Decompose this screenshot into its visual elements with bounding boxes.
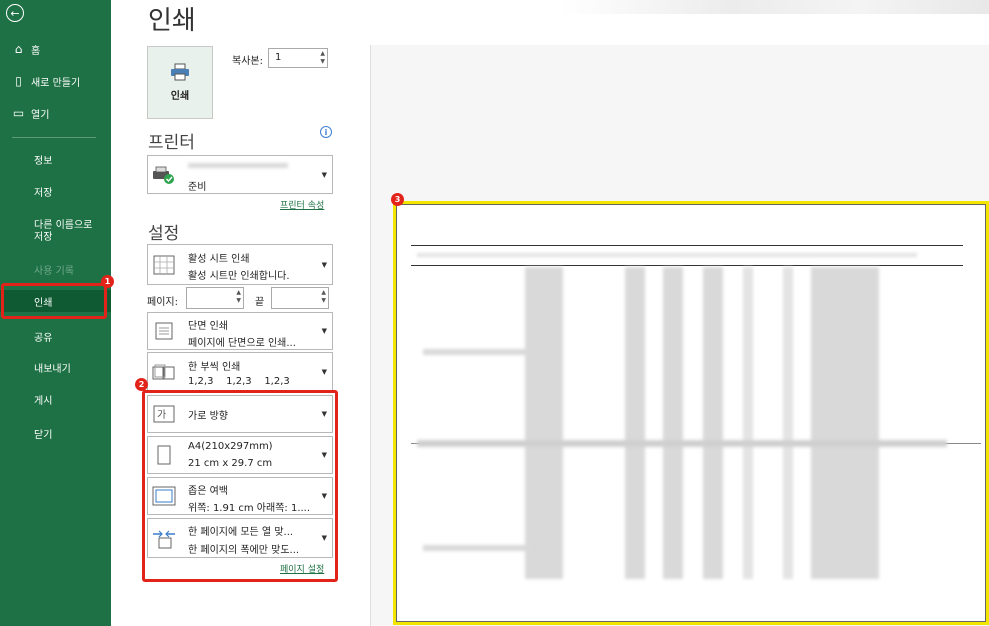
sidebar-item-home[interactable]: ⌂ 홈 xyxy=(0,38,111,60)
setting-line1: 한 부씩 인쇄 xyxy=(188,362,241,373)
sidebar-item-label: 저장 xyxy=(34,187,53,199)
sidebar-item-label: 새로 만들기 xyxy=(31,77,81,89)
print-what-select[interactable]: 활성 시트 인쇄 활성 시트만 인쇄합니다. ▼ xyxy=(147,244,333,285)
setting-line2: 1,2,3 1,2,3 1,2,3 xyxy=(188,376,290,387)
page-to-input[interactable]: ▲ ▼ xyxy=(271,287,329,309)
annotation-badge-2: 2 xyxy=(135,378,148,391)
folder-open-icon: ▭ xyxy=(12,106,25,120)
page-from-input[interactable]: ▲ ▼ xyxy=(186,287,244,309)
panel-divider xyxy=(370,45,371,626)
data-column-redacted xyxy=(703,267,723,579)
header-rule xyxy=(411,245,963,246)
info-icon[interactable]: i xyxy=(320,126,332,138)
printer-heading: 프린터 xyxy=(148,133,195,153)
annotation-highlight-1 xyxy=(1,283,107,319)
sidebar-item-save[interactable]: 저장 xyxy=(0,180,111,202)
chevron-down-icon: ▼ xyxy=(321,327,327,335)
sidebar-item-label: 다른 이름으로 저장 xyxy=(34,220,93,243)
data-column-redacted xyxy=(811,267,879,579)
data-column-redacted xyxy=(525,267,563,579)
back-glyph: ← xyxy=(10,6,20,20)
setting-line2: 활성 시트만 인쇄합니다. xyxy=(188,271,290,282)
back-arrow-icon[interactable]: ← xyxy=(6,4,24,22)
sidebar-item-close[interactable]: 닫기 xyxy=(0,422,111,444)
copies-label: 복사본: xyxy=(232,56,263,67)
sidebar-item-share[interactable]: 공유 xyxy=(0,325,111,347)
chevron-down-icon: ▼ xyxy=(321,170,327,179)
chevron-down-icon: ▼ xyxy=(321,260,327,269)
sidebar-item-save-as[interactable]: 다른 이름으로 저장 xyxy=(0,215,111,249)
printer-ready-icon xyxy=(152,164,176,186)
annotation-badge-1: 1 xyxy=(101,275,114,288)
printer-properties-link[interactable]: 프린터 속성 xyxy=(280,198,324,211)
print-button-label: 인쇄 xyxy=(170,91,190,102)
collate-icon xyxy=(152,361,176,383)
copies-value: 1 xyxy=(275,52,282,63)
print-preview-page xyxy=(393,201,989,625)
single-sided-icon xyxy=(152,320,176,342)
settings-heading: 설정 xyxy=(148,224,180,244)
sidebar-item-history: 사용 기록 xyxy=(0,258,111,280)
new-file-icon: ▯ xyxy=(15,74,22,88)
sidebar-item-label: 사용 기록 xyxy=(34,265,74,277)
printer-status: 준비 xyxy=(188,182,207,193)
print-button[interactable]: 인쇄 xyxy=(147,46,213,119)
sidebar-item-label: 내보내기 xyxy=(34,363,71,375)
printer-select[interactable]: 준비 ▼ xyxy=(147,155,333,194)
collate-select[interactable]: 한 부씩 인쇄 1,2,3 1,2,3 1,2,3 ▼ xyxy=(147,352,333,392)
printer-icon xyxy=(171,63,189,81)
setting-line1: 활성 시트 인쇄 xyxy=(188,254,250,265)
sidebar-item-label: 게시 xyxy=(34,395,53,407)
sheet-icon xyxy=(152,254,176,276)
row-redacted xyxy=(417,440,947,447)
sidebar-item-open[interactable]: ▭ 열기 xyxy=(0,102,111,124)
pages-label: 페이지: xyxy=(147,297,178,308)
sidebar-item-info[interactable]: 정보 xyxy=(0,148,111,170)
sidebar-item-label: 정보 xyxy=(34,155,53,167)
sidebar-item-export[interactable]: 내보내기 xyxy=(0,356,111,378)
annotation-highlight-2 xyxy=(142,390,338,582)
sidebar-item-publish[interactable]: 게시 xyxy=(0,388,111,410)
data-column-redacted xyxy=(743,267,753,579)
sides-select[interactable]: 단면 인쇄 페이지에 단면으로 인쇄... ▼ xyxy=(147,312,333,350)
data-column-redacted xyxy=(625,267,645,579)
setting-line2: 페이지에 단면으로 인쇄... xyxy=(188,338,296,349)
spin-arrows-icon[interactable]: ▲ ▼ xyxy=(321,289,326,305)
chevron-down-icon: ▼ xyxy=(321,368,327,376)
annotation-badge-3: 3 xyxy=(391,193,404,206)
spin-arrows-icon[interactable]: ▲ ▼ xyxy=(320,50,325,66)
row-label-redacted xyxy=(423,545,533,551)
copies-input[interactable]: 1 ▲ ▼ xyxy=(268,48,328,68)
page-title: 인쇄 xyxy=(148,6,196,36)
header-rule xyxy=(411,265,963,266)
header-decoration xyxy=(560,0,989,14)
sidebar-item-label: 닫기 xyxy=(34,429,53,441)
sidebar-item-label: 홈 xyxy=(31,45,41,57)
data-column-redacted xyxy=(783,267,793,579)
pages-to-label: 끝 xyxy=(255,297,265,308)
printer-name-redacted xyxy=(188,163,288,168)
column-headers-redacted xyxy=(417,253,917,257)
sidebar-item-new[interactable]: ▯ 새로 만들기 xyxy=(0,70,111,92)
setting-line1: 단면 인쇄 xyxy=(188,321,228,332)
spin-arrows-icon[interactable]: ▲ ▼ xyxy=(236,289,241,305)
row-label-redacted xyxy=(423,349,533,355)
sidebar-item-label: 열기 xyxy=(31,109,50,121)
data-column-redacted xyxy=(663,267,683,579)
home-icon: ⌂ xyxy=(14,42,23,56)
sidebar-divider xyxy=(12,137,96,138)
sidebar-item-label: 공유 xyxy=(34,332,53,344)
